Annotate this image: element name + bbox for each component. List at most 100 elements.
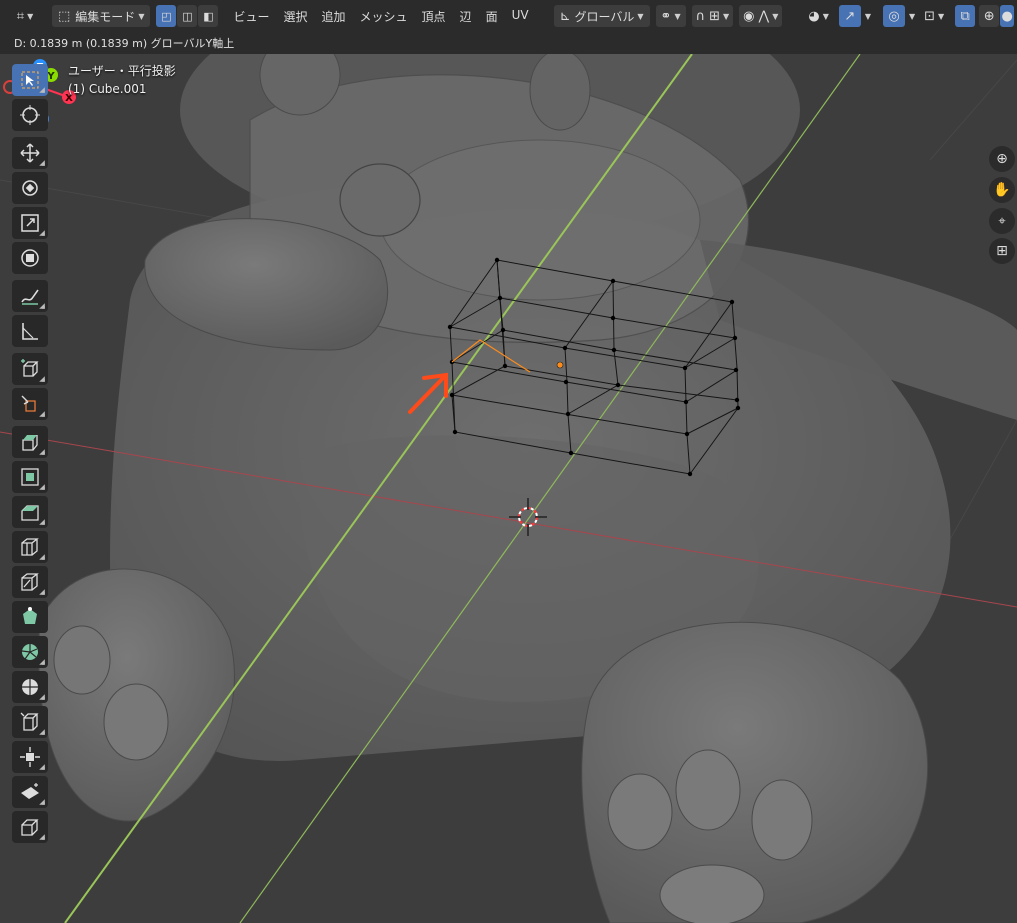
menu-uv[interactable]: UV xyxy=(505,8,536,25)
operator-status-bar: D: 0.1839 m (0.1839 m) グローバルY軸上 xyxy=(0,32,1017,54)
menu-face[interactable]: 面 xyxy=(479,8,505,25)
operator-status-text: D: 0.1839 m (0.1839 m) グローバルY軸上 xyxy=(14,37,235,50)
extrude-icon xyxy=(22,435,38,451)
move-tool[interactable] xyxy=(12,137,48,169)
edge-slide-tool[interactable] xyxy=(12,706,48,738)
chevron-down-icon: ▼ xyxy=(822,11,829,21)
rotate-tool[interactable] xyxy=(12,172,48,204)
face-select-icon: ◧ xyxy=(203,9,214,23)
chevron-down-icon: ▼ xyxy=(27,11,34,21)
camera-view-button[interactable]: ⌖ xyxy=(989,208,1015,234)
menu-add[interactable]: 追加 xyxy=(315,8,353,25)
menu-select[interactable]: 選択 xyxy=(276,8,314,25)
right-foot-pad-main xyxy=(659,864,765,923)
right-foot-pad-3 xyxy=(751,779,813,861)
menu-vertex[interactable]: 頂点 xyxy=(415,8,453,25)
hand-icon: ✋ xyxy=(993,182,1011,198)
edge-slide-icon xyxy=(20,712,39,731)
3d-viewport[interactable]: Z Y X ⊕ ✋ ⌖ ⊞ xyxy=(0,54,1017,923)
pan-button[interactable]: ✋ xyxy=(989,177,1015,203)
extrude-region-tool[interactable] xyxy=(12,426,48,458)
add-cube-tool[interactable] xyxy=(12,353,48,385)
viewport-canvas[interactable] xyxy=(0,54,1017,923)
menu-edge[interactable]: 辺 xyxy=(453,8,479,25)
measure-tool[interactable] xyxy=(12,315,48,347)
visibility-dropdown[interactable]: ◕ ▼ xyxy=(804,5,833,27)
head-top-right-bump xyxy=(529,54,591,131)
scale-tool[interactable] xyxy=(12,207,48,239)
perspective-toggle-button[interactable]: ⊞ xyxy=(989,238,1015,264)
smooth-icon xyxy=(22,679,38,695)
loop-cut-icon xyxy=(21,538,39,556)
proportional-edit-toggle[interactable]: ◉ ⋀ ▼ xyxy=(739,5,783,27)
editor-type-icon: ⌗ xyxy=(16,8,25,24)
chevron-down-icon: ▼ xyxy=(674,11,681,21)
gizmo-toggle[interactable]: ↗ xyxy=(838,5,861,27)
cursor-icon xyxy=(20,105,40,125)
object-label: (1) Cube.001 xyxy=(68,82,147,96)
falloff-icon: ⋀ xyxy=(758,8,770,24)
face-select-button[interactable]: ◧ xyxy=(198,5,219,27)
select-box-tool[interactable] xyxy=(12,64,48,96)
shrink-fatten-icon xyxy=(20,747,40,767)
knife-cube-tool[interactable] xyxy=(12,388,48,420)
menu-mesh[interactable]: メッシュ xyxy=(353,8,415,25)
mesh-edit-overlay[interactable]: ⊡ ▼ xyxy=(923,5,945,27)
sculpt-body xyxy=(38,54,1017,923)
bevel-tool[interactable] xyxy=(12,496,48,528)
solid-shading-button[interactable]: ● xyxy=(1000,5,1015,27)
poly-build-tool[interactable] xyxy=(12,601,48,633)
head-button xyxy=(339,163,421,237)
chevron-down-icon: ▼ xyxy=(772,11,779,21)
inset-faces-tool[interactable] xyxy=(12,461,48,493)
zoom-button[interactable]: ⊕ xyxy=(989,146,1015,172)
solid-icon: ● xyxy=(1001,8,1013,24)
smooth-tool[interactable] xyxy=(12,671,48,703)
spin-icon xyxy=(21,644,38,660)
gizmo-icon: ↗ xyxy=(844,8,856,24)
annotate-icon xyxy=(21,289,39,305)
add-cube-icon xyxy=(21,359,39,377)
xray-toggle[interactable]: ⧉ xyxy=(955,5,976,27)
shear-icon xyxy=(21,783,39,799)
pivot-point-dropdown[interactable]: ⚭ ▼ xyxy=(655,5,686,27)
loop-cut-tool[interactable] xyxy=(12,531,48,563)
spin-tool[interactable] xyxy=(12,636,48,668)
wireframe-icon: ⊕ xyxy=(983,8,995,24)
rip-region-tool[interactable] xyxy=(12,811,48,843)
transform-orientation-dropdown[interactable]: ⊾ グローバル ▼ xyxy=(553,5,650,27)
tool-shelf xyxy=(12,64,50,846)
zoom-icon: ⊕ xyxy=(996,151,1008,167)
chevron-down-icon[interactable]: ▼ xyxy=(909,12,915,21)
overlay-icon: ◎ xyxy=(888,8,900,24)
vertex-select-icon: ◰ xyxy=(161,9,172,23)
knife-icon xyxy=(21,573,39,591)
knife-tool[interactable] xyxy=(12,566,48,598)
edge-select-button[interactable]: ◫ xyxy=(177,5,198,27)
mode-dropdown[interactable]: ⬚ 編集モード ▼ xyxy=(52,5,151,27)
xray-icon: ⧉ xyxy=(960,8,970,24)
chest-ellipse xyxy=(379,139,701,301)
editor-type-button[interactable]: ⌗ ▼ xyxy=(6,5,44,27)
shear-tool[interactable] xyxy=(12,776,48,808)
bevel-icon xyxy=(21,505,39,521)
select-mode-group: ◰ ◫ ◧ xyxy=(156,5,219,27)
viewport-info: ユーザー・平行投影 (1) Cube.001 xyxy=(68,62,176,98)
shrink-fatten-tool[interactable] xyxy=(12,741,48,773)
mode-label: 編集モード xyxy=(75,9,136,24)
menu-view[interactable]: ビュー xyxy=(226,8,276,25)
transform-tool[interactable] xyxy=(12,242,48,274)
overlay-toggle[interactable]: ◎ xyxy=(883,5,905,27)
cursor-tool[interactable] xyxy=(12,99,48,131)
chevron-down-icon: ▼ xyxy=(938,11,945,21)
vertex-select-button[interactable]: ◰ xyxy=(156,5,177,27)
annotate-tool[interactable] xyxy=(12,280,48,312)
wireframe-shading-button[interactable]: ⊕ xyxy=(979,5,1000,27)
chevron-down-icon[interactable]: ▼ xyxy=(865,12,871,21)
snap-toggle[interactable]: ∩ ⊞ ▼ xyxy=(691,5,734,27)
right-foot-pad-2 xyxy=(675,749,741,831)
left-foot-pad-1 xyxy=(53,625,111,695)
poly-build-icon xyxy=(23,607,37,624)
snap-target-icon: ⊞ xyxy=(709,8,721,24)
viewport-header: ⌗ ▼ ⬚ 編集モード ▼ ◰ ◫ ◧ ビュー 選択 追加 メッシュ 頂点 辺 面… xyxy=(0,0,1017,32)
